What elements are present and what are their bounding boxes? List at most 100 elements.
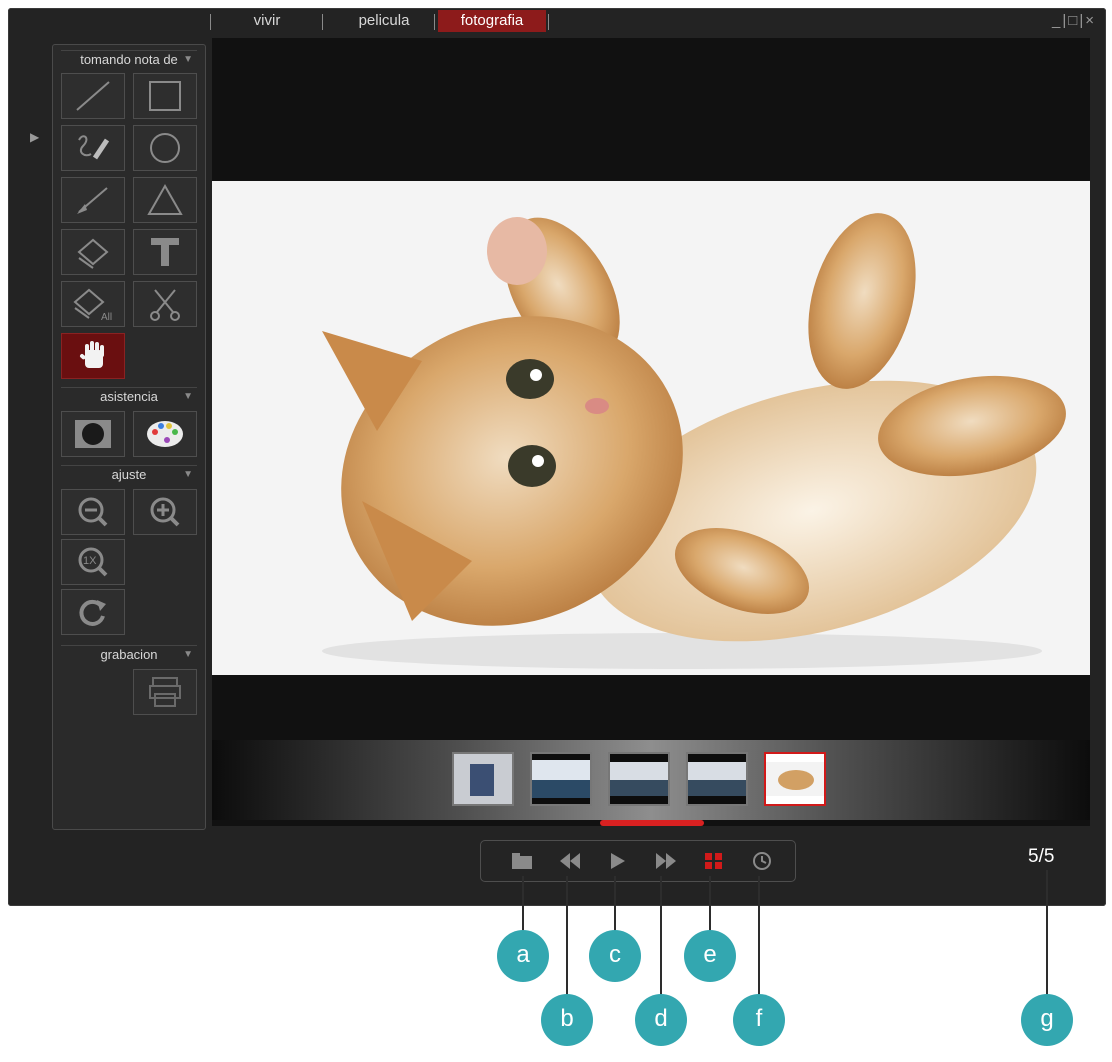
section-label: ajuste bbox=[111, 467, 147, 482]
callout-leader bbox=[758, 876, 760, 996]
cut-tool-button[interactable] bbox=[133, 281, 197, 327]
thumbnail[interactable] bbox=[686, 752, 748, 806]
rectangle-tool-button[interactable] bbox=[133, 73, 197, 119]
callout-leader bbox=[522, 876, 524, 934]
thumbnail-image bbox=[688, 762, 746, 796]
eraser-tool-button[interactable] bbox=[61, 229, 125, 275]
zoom-out-icon bbox=[78, 497, 108, 527]
actual-size-label: 1X bbox=[83, 555, 97, 567]
section-header-adjust[interactable]: ajuste ▼ bbox=[61, 465, 197, 484]
tab-separator bbox=[322, 14, 323, 30]
section-header-assist[interactable]: asistencia ▼ bbox=[61, 387, 197, 406]
hand-icon bbox=[80, 341, 104, 368]
grid-view-button[interactable] bbox=[701, 849, 727, 873]
folder-button[interactable] bbox=[509, 849, 535, 873]
zoom-in-icon bbox=[150, 497, 180, 527]
erase-all-tool-button[interactable]: All bbox=[61, 281, 125, 327]
grid-icon bbox=[705, 853, 722, 869]
main-viewer bbox=[212, 38, 1090, 822]
play-button[interactable] bbox=[605, 849, 631, 873]
app-window: vivir pelicula fotografia _|□|× ▶ tomand… bbox=[8, 8, 1106, 906]
tab-fotografia[interactable]: fotografia bbox=[438, 10, 546, 32]
thumbnail[interactable] bbox=[530, 752, 592, 806]
triangle-icon bbox=[147, 183, 183, 215]
folder-icon bbox=[512, 853, 532, 869]
spotlight-icon bbox=[75, 420, 111, 448]
triangle-tool-button[interactable] bbox=[133, 177, 197, 223]
spotlight-tool-button[interactable] bbox=[61, 411, 125, 457]
line-tool-button[interactable] bbox=[61, 73, 125, 119]
callout-d: d bbox=[635, 994, 687, 1046]
fast-forward-button[interactable] bbox=[653, 849, 679, 873]
callout-leader bbox=[709, 876, 711, 934]
tab-separator bbox=[548, 14, 549, 30]
eraser-icon bbox=[77, 238, 109, 269]
tab-bar: vivir pelicula fotografia _|□|× bbox=[8, 8, 1106, 34]
tab-pelicula[interactable]: pelicula bbox=[334, 10, 434, 32]
callout-g: g bbox=[1021, 994, 1073, 1046]
play-icon bbox=[611, 853, 625, 869]
callout-leader bbox=[614, 876, 616, 934]
callout-leader bbox=[660, 876, 662, 996]
palette-tool-button[interactable] bbox=[133, 411, 197, 457]
thumbnail[interactable] bbox=[452, 752, 514, 806]
print-button[interactable] bbox=[133, 669, 197, 715]
text-tool-button[interactable] bbox=[133, 229, 197, 275]
tab-vivir[interactable]: vivir bbox=[222, 10, 312, 32]
erase-all-icon: All bbox=[73, 288, 112, 322]
circle-icon bbox=[150, 133, 180, 163]
text-icon bbox=[151, 238, 179, 266]
fast-forward-icon bbox=[656, 853, 676, 869]
callout-a: a bbox=[497, 930, 549, 982]
filmstrip-scrollbar[interactable] bbox=[212, 820, 1090, 826]
rectangle-icon bbox=[149, 81, 181, 111]
erase-all-label: All bbox=[101, 312, 112, 322]
tab-separator bbox=[210, 14, 211, 30]
callout-leader bbox=[566, 876, 568, 996]
window-controls[interactable]: _|□|× bbox=[1052, 12, 1096, 29]
thumbnail-active[interactable] bbox=[764, 752, 826, 806]
section-header-record[interactable]: grabacion ▼ bbox=[61, 645, 197, 664]
callout-leader bbox=[1046, 870, 1048, 996]
thumbnail-image bbox=[610, 762, 668, 796]
freehand-tool-button[interactable] bbox=[61, 125, 125, 171]
scissors-icon bbox=[150, 289, 180, 321]
arrow-tool-button[interactable] bbox=[61, 177, 125, 223]
thumbnail-image bbox=[766, 762, 824, 796]
timer-button[interactable] bbox=[749, 849, 775, 873]
timer-icon bbox=[753, 852, 771, 870]
tab-separator bbox=[434, 14, 435, 30]
scrollbar-thumb[interactable] bbox=[600, 820, 704, 826]
rewind-button[interactable] bbox=[557, 849, 583, 873]
thumbnail-image bbox=[454, 754, 512, 804]
photo-display bbox=[212, 181, 1090, 675]
dropdown-arrow-icon: ▼ bbox=[183, 391, 193, 402]
callout-f: f bbox=[733, 994, 785, 1046]
callout-b: b bbox=[541, 994, 593, 1046]
thumbnail-image bbox=[532, 760, 590, 798]
section-label: grabacion bbox=[100, 647, 158, 662]
actual-size-button[interactable]: 1X bbox=[61, 539, 125, 585]
dropdown-arrow-icon: ▼ bbox=[183, 469, 193, 480]
rotate-icon bbox=[79, 599, 106, 626]
line-icon bbox=[76, 81, 110, 111]
thumbnail[interactable] bbox=[608, 752, 670, 806]
expand-arrow-icon[interactable]: ▶ bbox=[30, 130, 39, 144]
zoom-out-button[interactable] bbox=[61, 489, 125, 535]
pencil-icon bbox=[78, 135, 110, 160]
hand-tool-button[interactable] bbox=[61, 333, 125, 379]
dropdown-arrow-icon: ▼ bbox=[183, 54, 193, 65]
tool-sidebar: tomando nota de ▼ All asistencia ▼ ajust… bbox=[52, 44, 206, 830]
rewind-icon bbox=[560, 853, 580, 869]
rotate-button[interactable] bbox=[61, 589, 125, 635]
callout-e: e bbox=[684, 930, 736, 982]
zoom-in-button[interactable] bbox=[133, 489, 197, 535]
actual-size-icon: 1X bbox=[78, 547, 108, 577]
dropdown-arrow-icon: ▼ bbox=[183, 649, 193, 660]
circle-tool-button[interactable] bbox=[133, 125, 197, 171]
palette-icon bbox=[147, 421, 183, 447]
printer-icon bbox=[149, 677, 181, 707]
arrow-line-icon bbox=[77, 187, 108, 214]
section-label: tomando nota de bbox=[80, 52, 178, 67]
section-header-notes[interactable]: tomando nota de ▼ bbox=[61, 50, 197, 69]
